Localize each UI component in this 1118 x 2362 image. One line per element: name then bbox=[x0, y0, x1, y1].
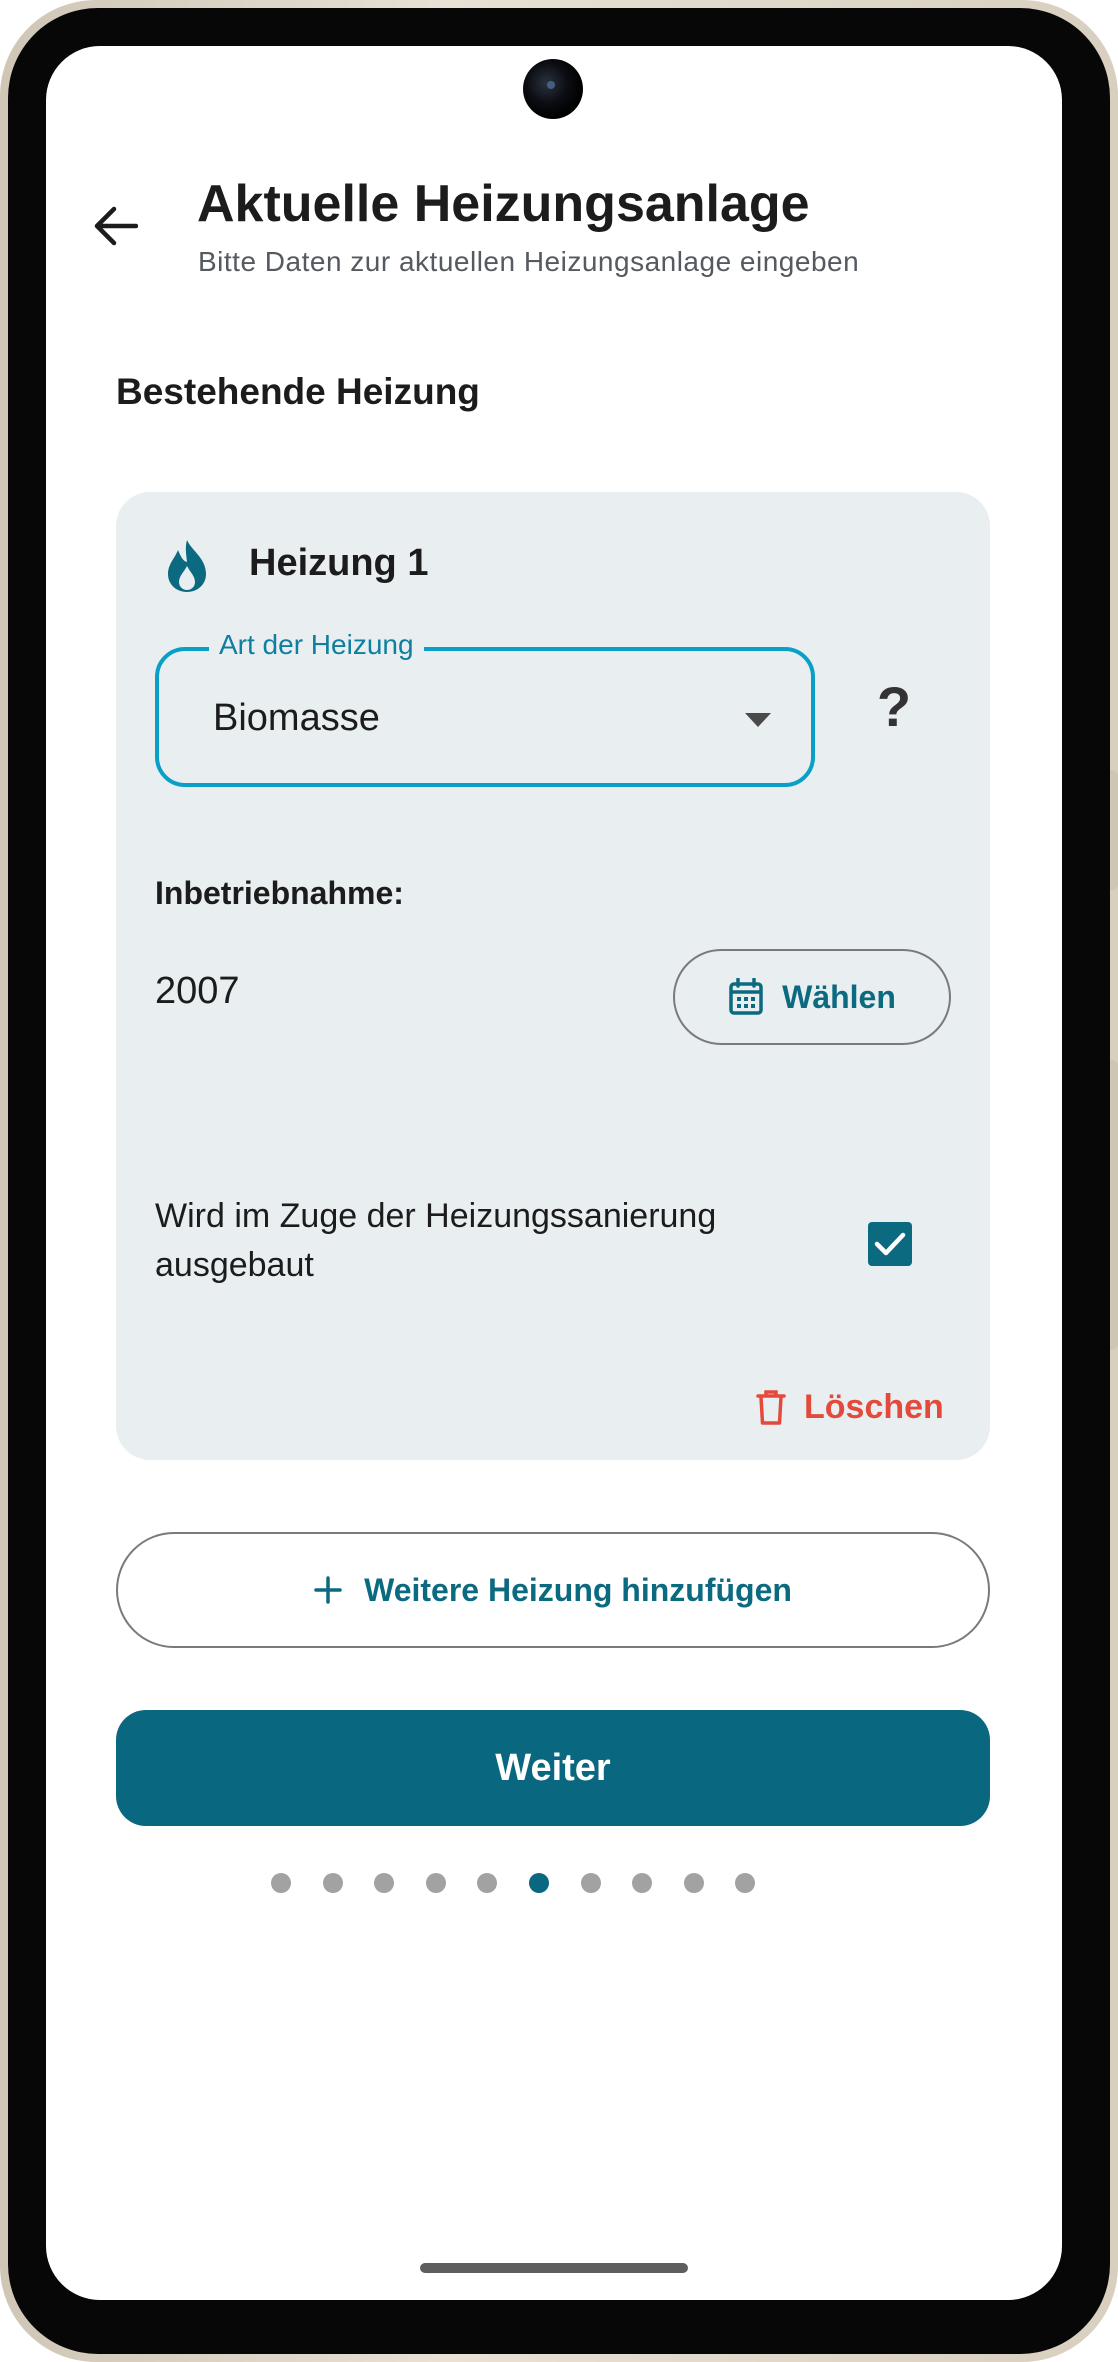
commissioning-label: Inbetriebnahme: bbox=[155, 875, 404, 911]
step-dot bbox=[683, 1873, 704, 1893]
add-heater-label: Weitere Heizung hinzufügen bbox=[364, 1571, 792, 1608]
step-dot bbox=[271, 1873, 291, 1893]
arrow-left-icon bbox=[94, 206, 138, 246]
plus-icon bbox=[314, 1576, 342, 1604]
choose-year-label: Wählen bbox=[782, 978, 896, 1015]
home-indicator[interactable] bbox=[420, 2263, 688, 2273]
app-screen: Aktuelle Heizungsanlage Bitte Daten zur … bbox=[46, 46, 1062, 2300]
step-dot bbox=[735, 1873, 756, 1893]
heater-title: Heizung 1 bbox=[249, 542, 429, 584]
step-dot bbox=[425, 1873, 446, 1893]
next-label: Weiter bbox=[495, 1746, 611, 1789]
section-title: Bestehende Heizung bbox=[116, 371, 480, 412]
delete-heater-button[interactable]: Löschen bbox=[756, 1377, 944, 1437]
step-dot bbox=[477, 1873, 498, 1893]
page-title: Aktuelle Heizungsanlage bbox=[197, 175, 810, 233]
device-frame: Aktuelle Heizungsanlage Bitte Daten zur … bbox=[0, 0, 1118, 2362]
step-dot bbox=[529, 1873, 549, 1893]
removal-checkbox[interactable] bbox=[868, 1222, 912, 1266]
heating-type-select[interactable]: Art der Heizung Biomasse bbox=[155, 629, 815, 787]
delete-heater-label: Löschen bbox=[804, 1387, 944, 1426]
commissioning-year: 2007 bbox=[155, 970, 240, 1012]
step-dot bbox=[580, 1873, 601, 1893]
choose-year-button[interactable]: Wählen bbox=[673, 949, 951, 1045]
step-dot bbox=[374, 1873, 395, 1893]
step-dot bbox=[632, 1873, 653, 1893]
next-button[interactable]: Weiter bbox=[116, 1710, 990, 1826]
trash-icon bbox=[756, 1390, 786, 1425]
back-button[interactable] bbox=[86, 196, 146, 256]
dropdown-arrow-icon bbox=[745, 713, 771, 727]
device-bezel: Aktuelle Heizungsanlage Bitte Daten zur … bbox=[8, 8, 1110, 2354]
step-dot bbox=[322, 1873, 343, 1893]
flame-icon bbox=[168, 540, 206, 592]
add-heater-button[interactable]: Weitere Heizung hinzufügen bbox=[116, 1532, 990, 1648]
removal-text: Wird im Zuge der Heizungssanierung ausge… bbox=[155, 1197, 717, 1284]
calendar-icon bbox=[729, 978, 763, 1015]
check-icon bbox=[874, 1232, 906, 1256]
heating-type-label: Art der Heizung bbox=[209, 629, 424, 661]
help-icon[interactable]: ? bbox=[869, 672, 919, 742]
heating-type-value: Biomasse bbox=[213, 697, 380, 739]
front-camera bbox=[523, 59, 583, 119]
page-subtitle: Bitte Daten zur aktuellen Heizungsanlage… bbox=[198, 246, 860, 277]
heater-card: Heizung 1 Art der Heizung Biomasse ? Inb… bbox=[116, 492, 990, 1460]
